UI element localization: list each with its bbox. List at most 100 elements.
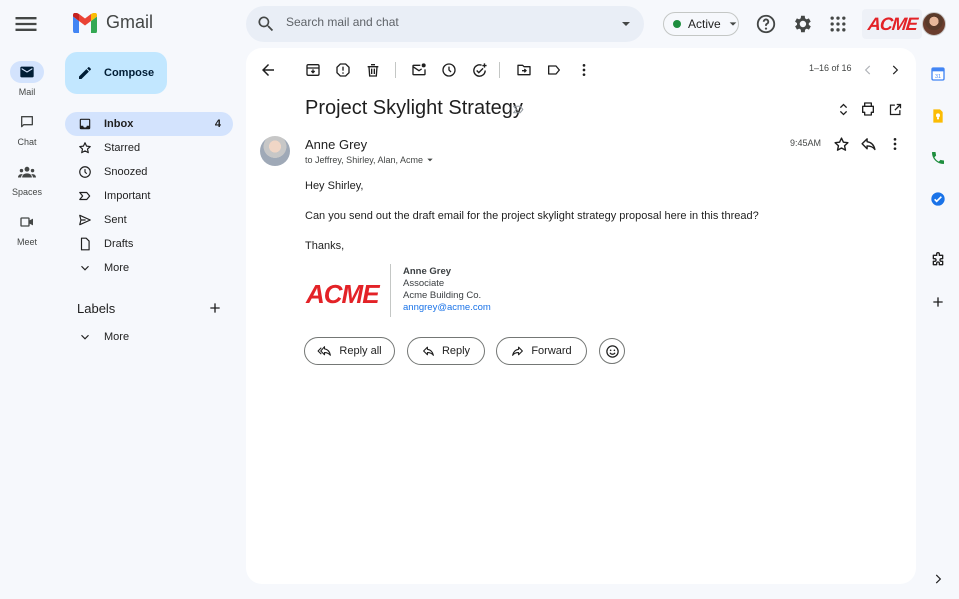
nav-item-sent[interactable]: Sent — [65, 208, 233, 232]
add-label-icon[interactable] — [207, 300, 223, 316]
reply-icon[interactable] — [858, 134, 878, 154]
emoji-reaction-button[interactable] — [599, 338, 625, 364]
signature-company: Acme Building Co. — [403, 290, 482, 301]
forward-icon — [511, 345, 524, 358]
signature-name: Anne Grey — [403, 266, 452, 277]
gmail-logo[interactable]: Gmail — [72, 12, 153, 33]
rail-item-chat[interactable]: Chat — [4, 111, 50, 147]
signature-logo: ACME — [306, 279, 379, 310]
important-marker-icon — [77, 189, 93, 203]
meet-video-icon — [10, 211, 44, 233]
calendar-icon[interactable]: 31 — [928, 64, 948, 84]
nav-item-drafts[interactable]: Drafts — [65, 232, 233, 256]
nav-label-inbox: Inbox — [104, 118, 134, 130]
reply-all-button[interactable]: Reply all — [304, 337, 395, 365]
status-label: Active — [688, 17, 721, 31]
chevron-down-icon — [77, 261, 93, 275]
report-spam-icon[interactable] — [333, 60, 353, 80]
sender-avatar[interactable] — [260, 136, 290, 166]
nav-label-snoozed: Snoozed — [104, 166, 148, 178]
rail-item-meet[interactable]: Meet — [4, 211, 50, 247]
help-icon[interactable] — [754, 12, 778, 36]
reply-icon — [422, 345, 435, 358]
sender-name[interactable]: Anne Grey — [305, 137, 367, 152]
caret-down-icon[interactable] — [426, 156, 434, 164]
search-bar[interactable] — [246, 6, 644, 42]
top-bar: Gmail Active ACME — [0, 0, 959, 48]
rail-label-mail: Mail — [18, 87, 36, 97]
tasks-check-icon[interactable] — [928, 189, 948, 209]
nav-label-more: More — [104, 262, 130, 274]
forward-label: Forward — [531, 345, 572, 357]
draft-file-icon — [77, 237, 93, 251]
recipients-line[interactable]: to Jeffrey, Shirley, Alan, Acme — [305, 155, 434, 165]
nav-label-starred: Starred — [104, 142, 141, 154]
more-vert-icon[interactable] — [885, 134, 905, 154]
nav-item-more[interactable]: More — [65, 256, 233, 280]
more-vert-icon[interactable] — [574, 60, 594, 80]
compose-button[interactable]: Compose — [65, 52, 167, 94]
chevron-left-icon[interactable] — [858, 60, 878, 80]
labels-more[interactable]: More — [65, 325, 233, 349]
back-arrow-icon[interactable] — [258, 60, 278, 80]
add-ons-puzzle-icon[interactable] — [928, 250, 948, 270]
rail-item-mail[interactable]: Mail — [4, 61, 50, 97]
contacts-phone-icon[interactable] — [928, 148, 948, 168]
move-to-folder-icon[interactable] — [514, 60, 534, 80]
open-in-new-window-icon[interactable] — [885, 99, 905, 119]
label-tag-icon[interactable] — [544, 60, 564, 80]
reply-button[interactable]: Reply — [407, 337, 485, 365]
star-icon[interactable] — [831, 134, 851, 154]
mail-nav: Inbox 4 Starred Snoozed Important Sent D… — [65, 112, 233, 280]
snooze-clock-icon[interactable] — [439, 60, 459, 80]
print-icon[interactable] — [858, 99, 878, 119]
rail-item-spaces[interactable]: Spaces — [4, 161, 50, 197]
nav-item-inbox[interactable]: Inbox 4 — [65, 112, 233, 136]
org-logo-text: ACME — [866, 13, 918, 34]
email-greeting: Hey Shirley, — [305, 180, 364, 192]
inbox-icon — [77, 117, 93, 131]
signature-title: Associate — [403, 278, 445, 289]
forward-button[interactable]: Forward — [496, 337, 587, 365]
mark-unread-icon[interactable] — [409, 60, 429, 80]
pencil-icon — [77, 65, 93, 81]
apps-grid-icon[interactable] — [826, 12, 850, 36]
nav-item-important[interactable]: Important — [65, 184, 233, 208]
nav-item-snoozed[interactable]: Snoozed — [65, 160, 233, 184]
add-to-tasks-icon[interactable] — [469, 60, 489, 80]
main-menu-icon[interactable] — [12, 10, 40, 38]
chevron-right-icon[interactable] — [885, 60, 905, 80]
signature-email-link[interactable]: anngrey@acme.com — [403, 302, 491, 314]
archive-icon[interactable] — [303, 60, 323, 80]
email-closing: Thanks, — [305, 240, 345, 252]
pagination-count: 1–16 of 16 — [809, 63, 852, 73]
labels-more-item[interactable]: More — [65, 325, 233, 349]
important-tag-icon[interactable] — [512, 103, 525, 116]
smiley-icon — [605, 344, 620, 359]
expand-side-panel-icon[interactable] — [928, 569, 948, 589]
signature-logo-text: ACME — [306, 279, 379, 309]
reply-all-icon — [317, 345, 332, 358]
nav-label-important: Important — [104, 190, 151, 202]
delete-trash-icon[interactable] — [363, 60, 383, 80]
clock-icon — [77, 165, 93, 179]
gmail-m-icon — [73, 12, 97, 33]
nav-label-drafts: Drafts — [104, 238, 134, 250]
email-pane: 1–16 of 16 Project Skylight Strategy Ann… — [246, 48, 916, 584]
email-subject: Project Skylight Strategy — [305, 97, 523, 119]
search-options-icon[interactable] — [620, 18, 632, 30]
expand-all-icon[interactable] — [833, 99, 853, 119]
search-input[interactable] — [286, 15, 606, 29]
reply-label: Reply — [441, 345, 471, 357]
organization-logo[interactable]: ACME — [862, 9, 922, 39]
search-icon[interactable] — [256, 14, 276, 34]
keep-notes-icon[interactable] — [928, 106, 948, 126]
rail-label-spaces: Spaces — [11, 187, 43, 197]
nav-item-starred[interactable]: Starred — [65, 136, 233, 160]
status-selector[interactable]: Active — [663, 12, 739, 36]
account-avatar[interactable] — [922, 12, 946, 36]
get-add-ons-plus-icon[interactable] — [928, 292, 948, 312]
nav-label-sent: Sent — [104, 214, 127, 226]
settings-gear-icon[interactable] — [790, 12, 814, 36]
chevron-down-icon — [77, 330, 93, 344]
